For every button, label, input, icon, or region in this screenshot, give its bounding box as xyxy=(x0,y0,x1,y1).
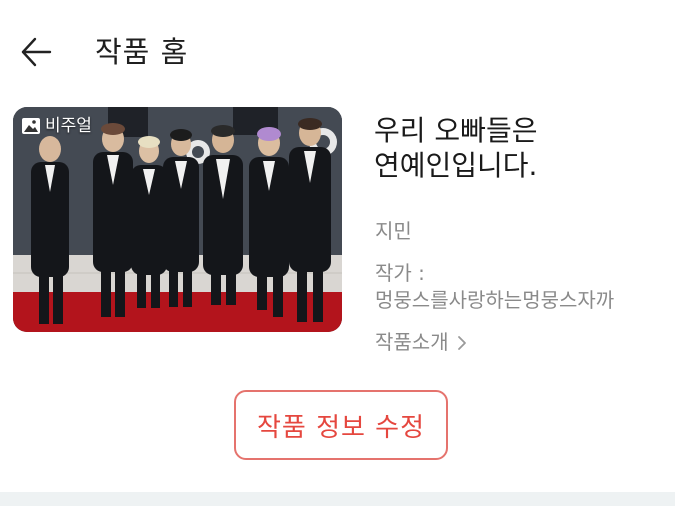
work-intro-label: 작품소개 xyxy=(375,330,449,354)
work-title-line1: 우리 오빠들은 xyxy=(374,114,538,147)
work-title: 우리 오빠들은 연예인입니다. xyxy=(374,113,664,183)
chevron-right-icon xyxy=(457,335,466,350)
work-genre: 지민 xyxy=(375,219,412,243)
image-icon xyxy=(22,118,40,134)
author-label: 작가 : xyxy=(375,261,425,285)
edit-work-info-button[interactable]: 작품 정보 수정 xyxy=(234,390,448,460)
back-button[interactable] xyxy=(16,32,56,72)
visual-badge: 비주얼 xyxy=(21,115,92,137)
section-divider xyxy=(0,492,675,506)
arrow-left-icon xyxy=(21,37,52,67)
page-title: 작품 홈 xyxy=(95,35,189,69)
app-header: 작품 홈 xyxy=(0,0,675,100)
cover-photo xyxy=(13,107,342,332)
author-name[interactable]: 멍뭉스를사랑하는멍뭉스자까 xyxy=(375,288,614,313)
work-intro-link[interactable]: 작품소개 xyxy=(375,330,467,355)
visual-badge-label: 비주얼 xyxy=(45,116,92,136)
cover-image[interactable]: 비주얼 xyxy=(13,107,342,332)
work-title-line2: 연예인입니다. xyxy=(374,149,538,182)
